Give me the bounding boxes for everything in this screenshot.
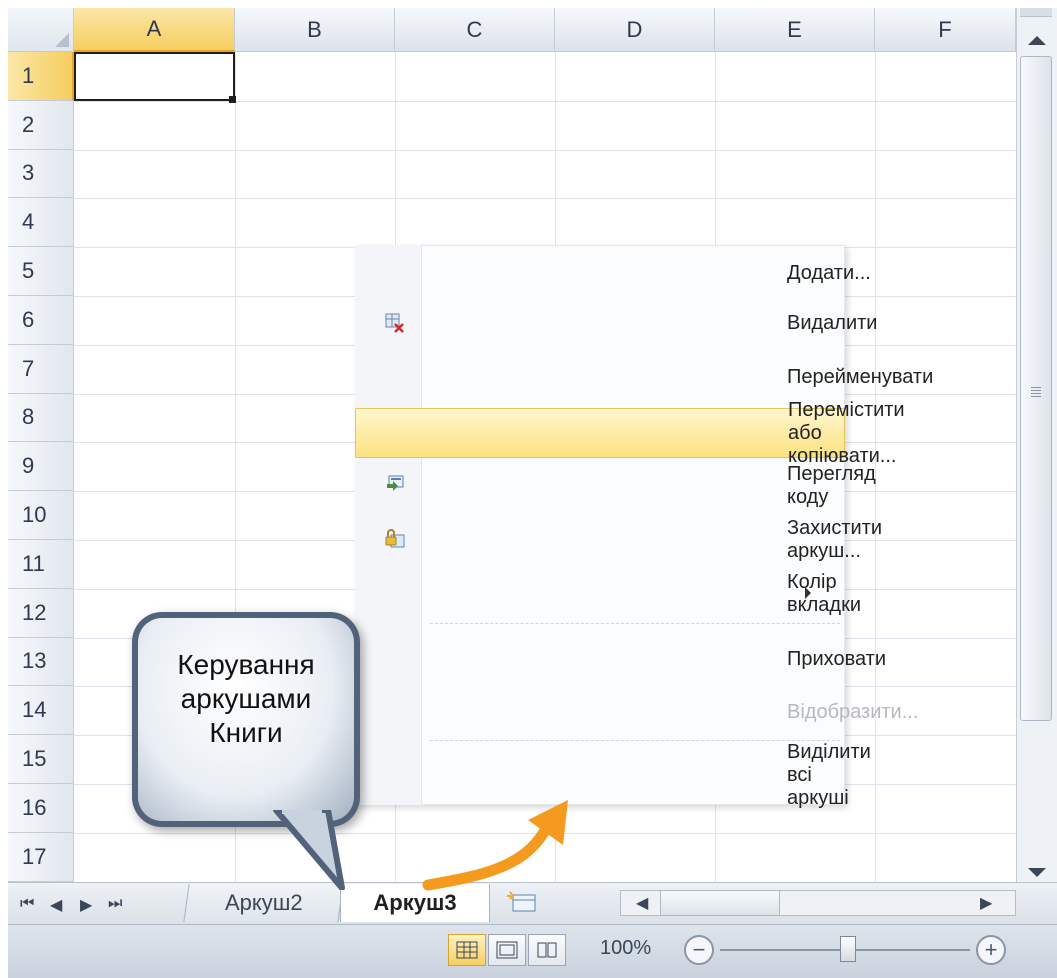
page-layout-view-button[interactable]	[488, 934, 526, 966]
last-sheet-icon[interactable]: ⏭	[108, 895, 122, 913]
column-header-e[interactable]: E	[715, 8, 875, 52]
row-header-7[interactable]: 7	[8, 344, 74, 394]
zoom-in-icon: +	[984, 937, 998, 962]
select-all-corner[interactable]	[8, 8, 74, 52]
zoom-out-button[interactable]: −	[684, 935, 714, 965]
row-header-9[interactable]: 9	[8, 442, 74, 492]
first-sheet-icon[interactable]: ⏮	[20, 895, 34, 913]
menu-item-rename[interactable]: Перейменувати	[355, 352, 933, 402]
menu-separator	[430, 623, 840, 624]
row-header-10[interactable]: 10	[8, 491, 74, 540]
pointer-arrow-icon	[422, 800, 568, 891]
column-header-d[interactable]: D	[555, 8, 715, 52]
row-header-15[interactable]: 15	[8, 735, 74, 784]
menu-item-tab-color[interactable]: Колір вкладки	[355, 569, 861, 619]
row-header-5[interactable]: 5	[8, 247, 74, 296]
row-header-17[interactable]: 17	[8, 832, 74, 882]
callout-text: Керування аркушами Книги	[138, 648, 354, 750]
row-header-13[interactable]: 13	[8, 637, 74, 687]
menu-item-label: Відобразити...	[787, 700, 919, 723]
menu-item-label: Видалити	[787, 311, 878, 334]
menu-item-insert[interactable]: Додати...	[355, 248, 871, 298]
callout-line: аркушами	[180, 683, 312, 714]
vertical-split-bar[interactable]	[1020, 8, 1052, 17]
spreadsheet-window: ABCDEF 1 2 3 4 5 6 7 8 9 10 11 12 13 14 15 16 17 Додати.…	[0, 0, 1057, 978]
scroll-left-icon[interactable]: ◀	[636, 893, 648, 913]
zoom-in-button[interactable]: +	[976, 935, 1006, 965]
zoom-level[interactable]: 100%	[600, 937, 651, 960]
menu-item-label: Приховати	[787, 647, 886, 670]
scroll-up-arrow-icon[interactable]	[1028, 36, 1046, 45]
horizontal-scroll-thumb[interactable]	[660, 890, 780, 916]
scroll-right-icon[interactable]: ▶	[980, 893, 992, 913]
zoom-slider-thumb[interactable]	[840, 936, 856, 962]
row-header-2[interactable]: 2	[8, 100, 74, 150]
menu-item-label: Перемістити або копіювати...	[788, 398, 905, 467]
page-break-view-button[interactable]	[528, 934, 566, 966]
normal-view-icon	[456, 941, 478, 959]
menu-item-label: Виділити всі аркуші	[787, 740, 871, 809]
menu-item-label: Перегляд коду	[787, 463, 876, 508]
protect-sheet-icon	[385, 529, 405, 548]
column-header-f[interactable]: F	[875, 8, 1016, 52]
menu-item-move-copy[interactable]: Перемістити або копіювати...	[355, 399, 905, 467]
column-header-a[interactable]: A	[74, 8, 235, 52]
prev-sheet-icon[interactable]: ◀	[50, 895, 62, 915]
row-header-16[interactable]: 16	[8, 784, 74, 833]
row-header-8[interactable]: 8	[8, 393, 74, 443]
callout-line: Книги	[209, 717, 283, 748]
scroll-down-arrow-icon[interactable]	[1028, 868, 1046, 877]
view-code-icon	[387, 475, 404, 491]
tab-label: Аркуш2	[224, 890, 303, 915]
row-header-1[interactable]: 1	[8, 52, 74, 101]
submenu-arrow-icon	[805, 587, 811, 599]
normal-view-button[interactable]	[448, 934, 486, 966]
row-header-14[interactable]: 14	[8, 686, 74, 736]
column-header-b[interactable]: B	[235, 8, 395, 52]
menu-item-label: Захистити аркуш...	[787, 517, 883, 562]
menu-item-label: Колір вкладки	[787, 571, 861, 616]
column-header-c[interactable]: C	[395, 8, 555, 52]
delete-sheet-icon	[385, 313, 404, 333]
row-header-12[interactable]: 12	[8, 588, 74, 638]
menu-item-unhide: Відобразити...	[355, 687, 918, 737]
row-header-4[interactable]: 4	[8, 198, 74, 248]
row-header-11[interactable]: 11	[8, 540, 74, 589]
row-header-6[interactable]: 6	[8, 296, 74, 345]
menu-item-hide[interactable]: Приховати	[355, 634, 886, 684]
menu-item-delete[interactable]: Видалити	[355, 298, 877, 348]
zoom-out-icon: −	[692, 937, 706, 962]
callout-tail	[273, 810, 345, 890]
scroll-grip-icon	[1031, 387, 1041, 399]
menu-separator	[430, 740, 840, 741]
menu-item-label: Додати...	[787, 261, 871, 284]
active-cell-a1[interactable]	[74, 52, 235, 101]
menu-item-protect-sheet[interactable]: Захистити аркуш...	[355, 515, 882, 565]
select-all-triangle	[55, 33, 69, 47]
page-break-icon	[537, 942, 557, 958]
menu-item-view-code[interactable]: Перегляд коду	[355, 461, 876, 511]
callout-line: Керування	[177, 649, 315, 680]
next-sheet-icon[interactable]: ▶	[80, 895, 92, 915]
fill-handle[interactable]	[229, 96, 236, 103]
menu-item-label: Перейменувати	[787, 365, 934, 388]
row-header-3[interactable]: 3	[8, 149, 74, 199]
page-layout-icon	[496, 941, 518, 959]
